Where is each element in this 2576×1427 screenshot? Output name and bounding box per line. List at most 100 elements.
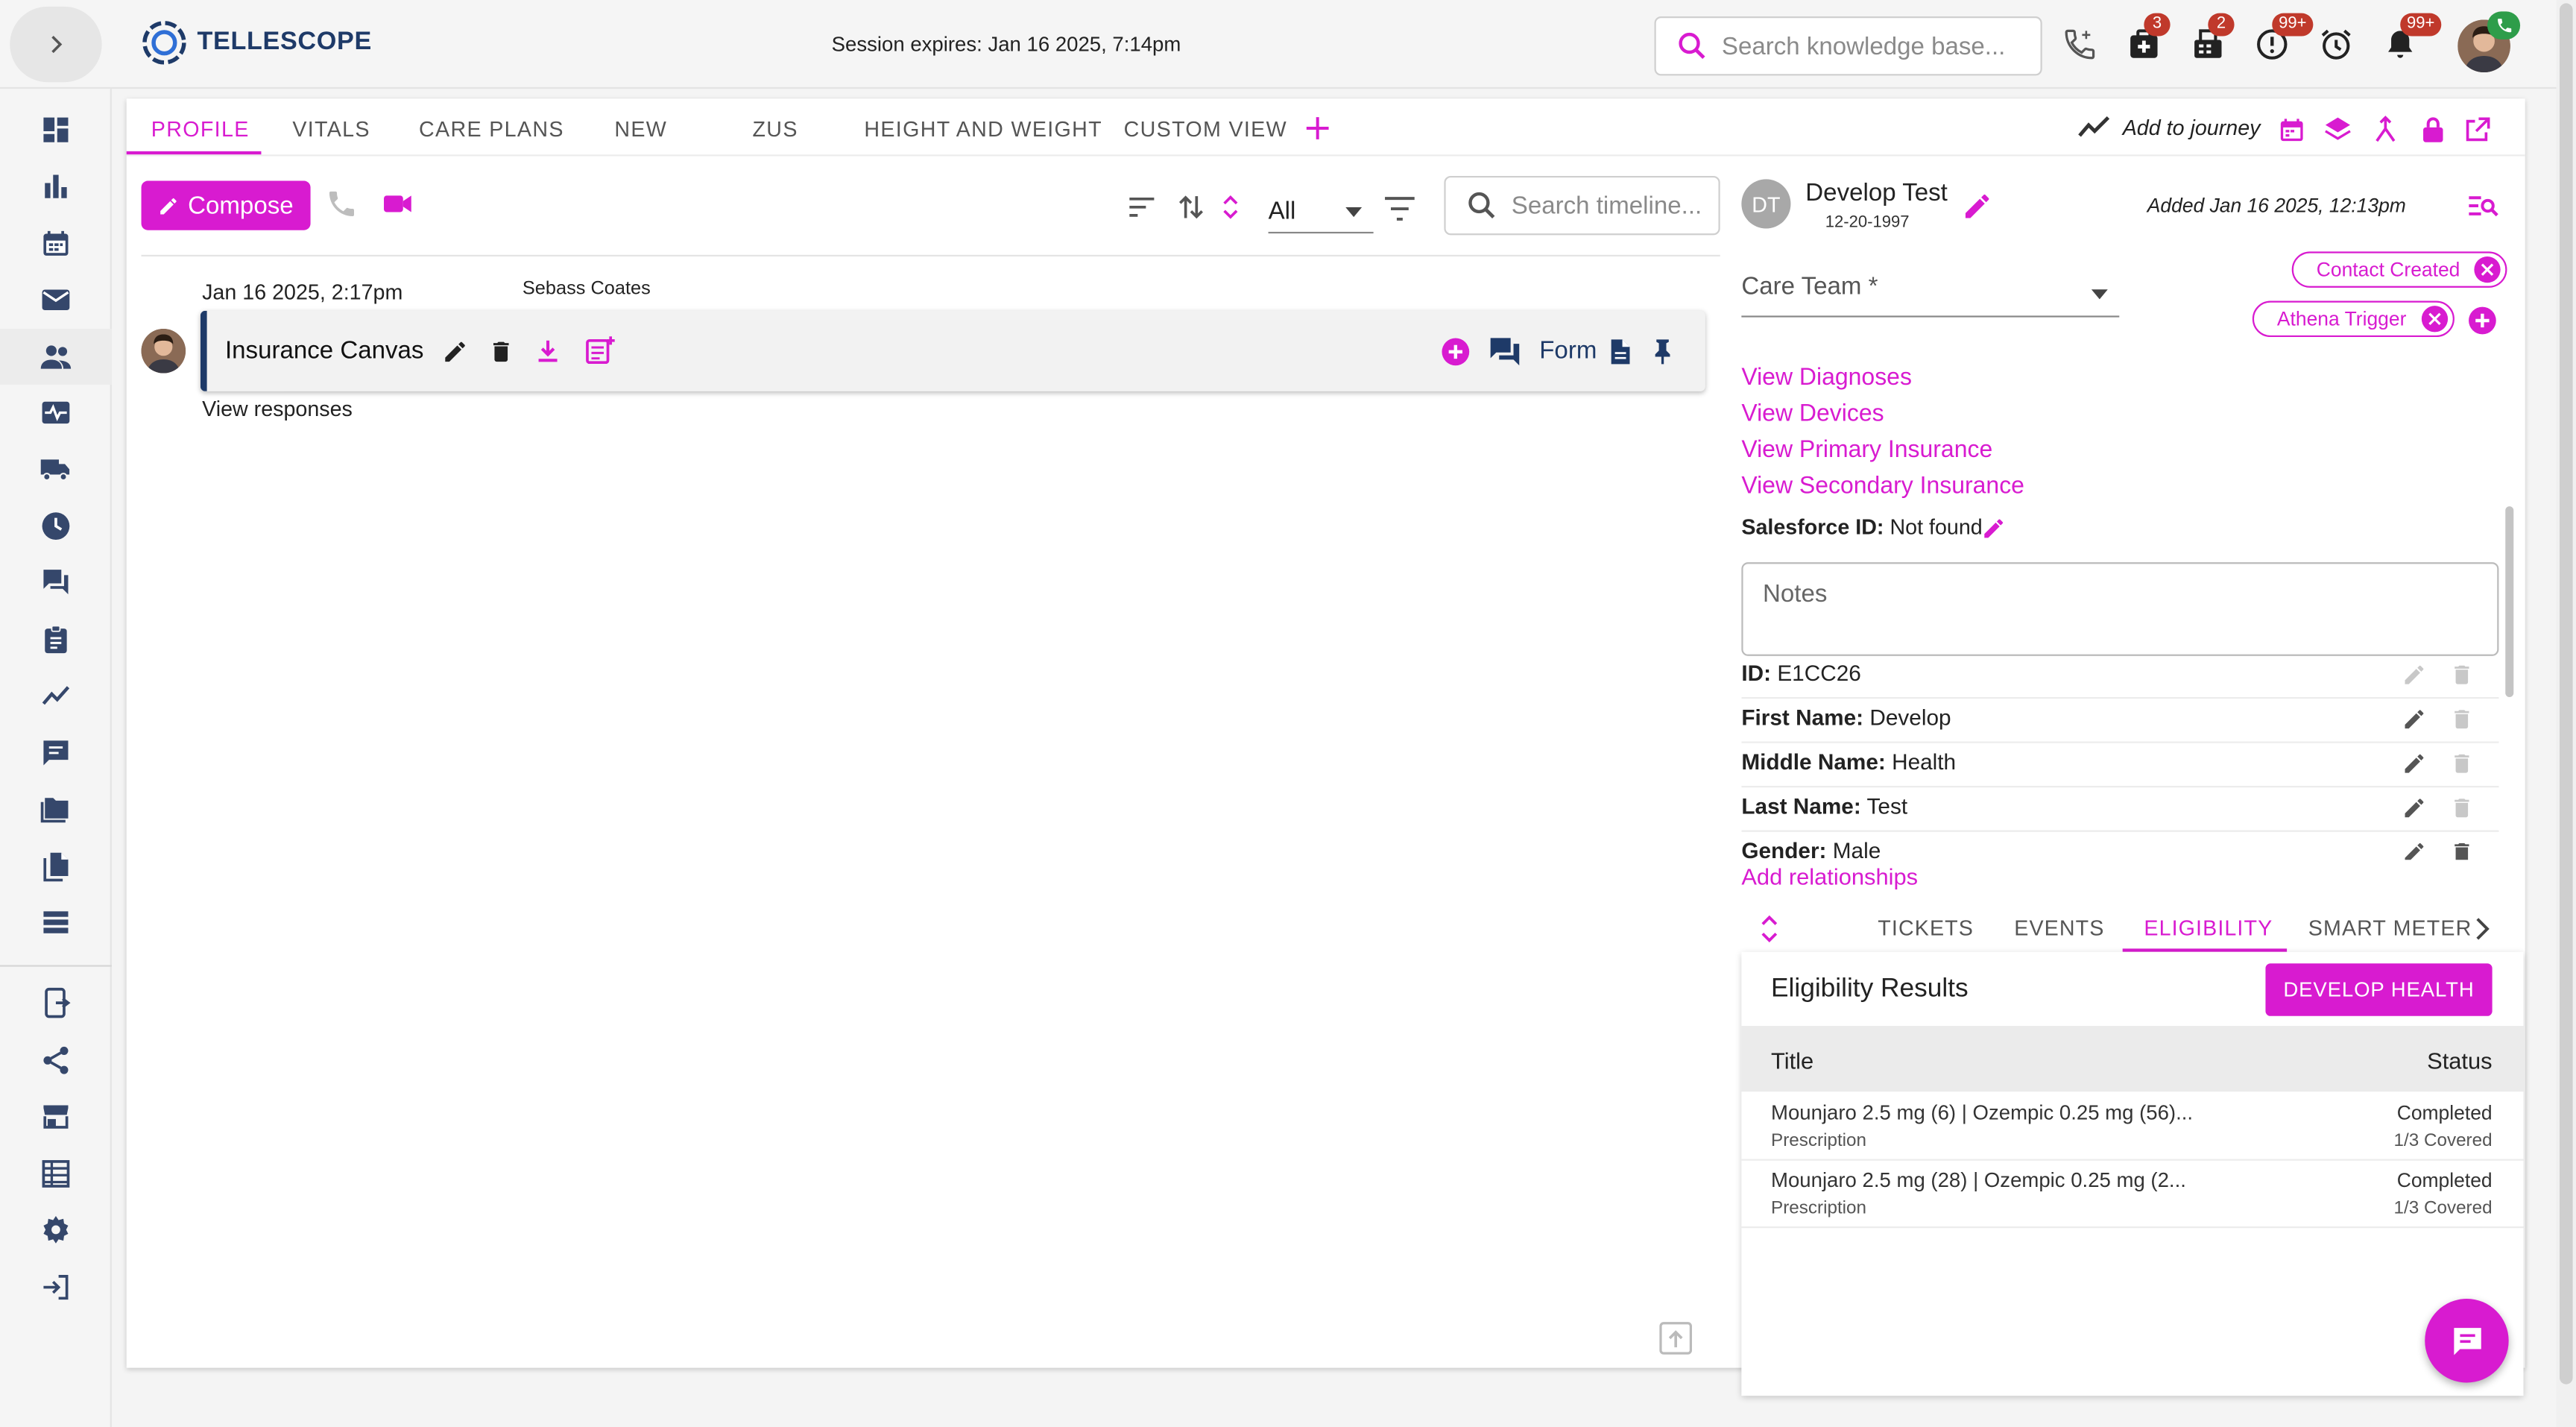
edit-field-icon[interactable]	[2402, 796, 2426, 820]
subtab-events[interactable]: EVENTS	[2014, 916, 2104, 940]
chat-fab-button[interactable]	[2425, 1299, 2509, 1383]
app-logo[interactable]: TELLESCOPE	[142, 19, 372, 66]
search-list-icon[interactable]	[2466, 192, 2498, 222]
sidebar-item-monitoring[interactable]	[0, 385, 112, 441]
video-call-icon[interactable]	[379, 187, 415, 220]
subtab-smart-meter[interactable]: SMART METER	[2308, 916, 2472, 940]
sidebar-item-orders[interactable]	[0, 441, 112, 497]
timeline-search-input[interactable]	[1511, 191, 1709, 220]
calendar-icon[interactable]	[2277, 115, 2307, 145]
edit-field-icon[interactable]	[2402, 752, 2426, 776]
view-secondary-insurance-link[interactable]: View Secondary Insurance	[1741, 473, 2024, 500]
edit-field-icon[interactable]	[2402, 663, 2426, 687]
delete-field-icon[interactable]	[2449, 840, 2474, 860]
sidebar-item-documents[interactable]	[0, 839, 112, 895]
sidebar-item-chats[interactable]	[0, 554, 112, 610]
sidebar-item-lists[interactable]	[0, 895, 112, 951]
delete-field-icon[interactable]	[2449, 796, 2474, 820]
sidebar-item-sms[interactable]	[0, 725, 112, 781]
tab-height-and-weight[interactable]: HEIGHT AND WEIGHT	[864, 117, 1102, 142]
filter-icon[interactable]	[1382, 194, 1418, 224]
sidebar-item-files[interactable]	[0, 781, 112, 837]
timeline-filter-select[interactable]: All	[1268, 191, 1374, 234]
page-scrollbar[interactable]	[2556, 0, 2576, 1427]
tag-chip[interactable]: Contact Created	[2291, 251, 2507, 288]
reminders-button[interactable]	[2315, 23, 2358, 66]
swap-vertical-icon[interactable]	[1175, 191, 1208, 224]
table-row[interactable]: Mounjaro 2.5 mg (6) | Ozempic 0.25 mg (5…	[1741, 1093, 2524, 1161]
tab-zus[interactable]: ZUS	[752, 117, 798, 142]
alerts-button[interactable]: 99+	[2251, 13, 2314, 66]
sidebar-item-analytics[interactable]	[0, 158, 112, 214]
sidebar-item-calendar[interactable]	[0, 215, 112, 271]
expand-collapse-icon[interactable]	[1758, 913, 1781, 945]
lock-icon[interactable]	[2418, 115, 2448, 145]
tab-vitals[interactable]: VITALS	[292, 117, 370, 142]
timeline-search[interactable]	[1444, 175, 1720, 236]
tag-chip[interactable]: Athena Trigger	[2252, 300, 2455, 338]
sidebar-item-messages[interactable]	[0, 271, 112, 327]
expand-sidebar-button[interactable]	[10, 6, 102, 83]
knowledge-base-search-input[interactable]	[1721, 31, 2018, 60]
medical-plus-button[interactable]: 3	[2123, 13, 2171, 66]
active-call-badge[interactable]	[2487, 11, 2521, 40]
edit-icon[interactable]	[442, 338, 468, 365]
comments-icon[interactable]	[1487, 334, 1523, 368]
tab-care-plans[interactable]: CARE PLANS	[419, 117, 564, 142]
phone-icon[interactable]	[325, 187, 358, 220]
remove-tag-icon[interactable]	[2474, 256, 2501, 283]
subtab-tickets[interactable]: TICKETS	[1878, 916, 1974, 940]
edit-field-icon[interactable]	[2402, 840, 2426, 860]
sidebar-item-journeys[interactable]	[0, 667, 112, 723]
delete-field-icon[interactable]	[2449, 707, 2474, 731]
sort-icon[interactable]	[1124, 191, 1160, 224]
view-diagnoses-link[interactable]: View Diagnoses	[1741, 365, 1912, 391]
chevron-right-icon[interactable]	[2474, 917, 2490, 940]
table-row[interactable]: Mounjaro 2.5 mg (28) | Ozempic 0.25 mg (…	[1741, 1161, 2524, 1229]
remove-tag-icon[interactable]	[2421, 306, 2449, 333]
scroll-to-top-icon[interactable]	[1658, 1320, 1693, 1357]
merge-icon[interactable]	[2371, 115, 2401, 145]
add-to-journey-button[interactable]: Add to journey	[2077, 113, 2260, 139]
delete-field-icon[interactable]	[2449, 752, 2474, 776]
view-responses-link[interactable]: View responses	[202, 396, 353, 420]
page-scrollbar-thumb[interactable]	[2559, 3, 2573, 1385]
sidebar-item-store[interactable]	[0, 1089, 112, 1144]
knowledge-base-search[interactable]	[1654, 16, 2042, 76]
notes-field[interactable]: Notes	[1741, 562, 2499, 656]
sidebar-item-app-forms[interactable]	[0, 975, 112, 1031]
delete-field-icon[interactable]	[2449, 663, 2474, 687]
sidebar-item-settings[interactable]	[0, 1202, 112, 1258]
sidebar-item-integrations[interactable]	[0, 1033, 112, 1089]
form-label[interactable]: Form	[1539, 337, 1597, 365]
layers-icon[interactable]	[2323, 115, 2353, 145]
timeline-event-card[interactable]: Insurance Canvas Form	[200, 310, 1705, 391]
view-devices-link[interactable]: View Devices	[1741, 401, 1884, 427]
tab-custom-view[interactable]: CUSTOM VIEW	[1124, 117, 1287, 142]
view-primary-insurance-link[interactable]: View Primary Insurance	[1741, 438, 1992, 464]
add-tag-icon[interactable]	[2466, 304, 2498, 337]
add-tab-icon[interactable]	[1303, 113, 1333, 143]
add-circle-icon[interactable]	[1439, 336, 1472, 368]
delete-icon[interactable]	[488, 338, 514, 365]
download-icon[interactable]	[534, 337, 561, 365]
care-team-select[interactable]: Care Team *	[1741, 273, 2120, 318]
compose-button[interactable]: Compose	[141, 180, 311, 230]
expand-collapse-icon[interactable]	[1216, 191, 1246, 224]
edit-field-icon[interactable]	[2402, 707, 2426, 731]
edit-name-icon[interactable]	[1962, 191, 1993, 222]
sidebar-item-forms[interactable]	[0, 611, 112, 667]
sidebar-item-dashboard[interactable]	[0, 102, 112, 158]
sidebar-item-history[interactable]	[0, 498, 112, 554]
sidebar-item-logout[interactable]	[0, 1259, 112, 1315]
subtab-eligibility[interactable]: ELIGIBILITY	[2144, 916, 2273, 940]
fax-button[interactable]: 2	[2187, 13, 2235, 66]
phone-button[interactable]	[2059, 23, 2101, 66]
profile-scrollbar[interactable]	[2505, 506, 2514, 697]
pin-icon[interactable]	[1648, 336, 1678, 368]
sidebar-item-contacts[interactable]	[0, 329, 112, 385]
add-relationships-link[interactable]: Add relationships	[1741, 863, 1918, 889]
develop-health-button[interactable]: DEVELOP HEALTH	[2265, 963, 2493, 1016]
notifications-button[interactable]: 99+	[2379, 13, 2442, 66]
open-external-icon[interactable]	[2463, 115, 2493, 145]
